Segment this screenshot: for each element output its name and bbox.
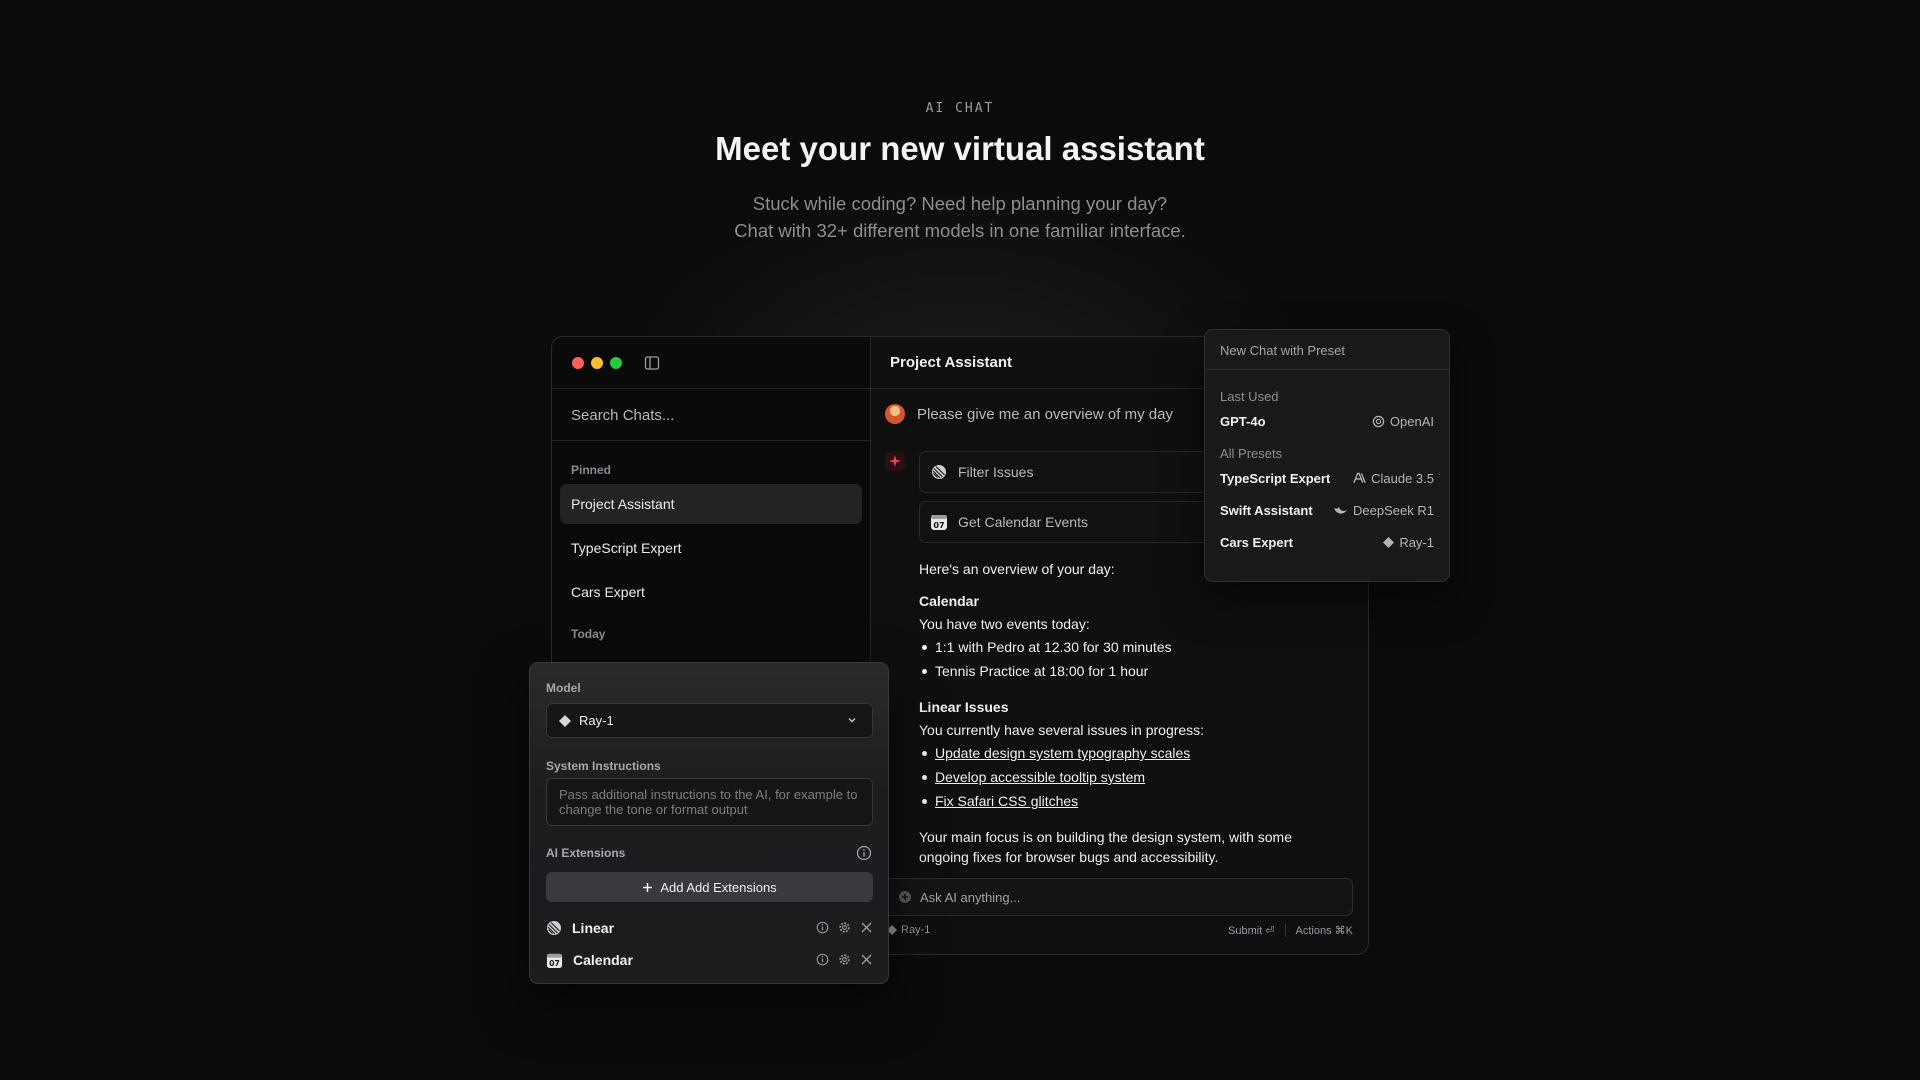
extension-actions — [815, 920, 873, 934]
deepseek-icon — [1334, 507, 1348, 514]
composer-footer: Ray-1 Submit ⏎ Actions ⌘K — [887, 924, 1353, 940]
preset-name: Cars Expert — [1220, 534, 1293, 550]
add-attachment-icon[interactable] — [898, 890, 912, 904]
calendar-icon: 07 — [546, 953, 563, 968]
close-icon[interactable] — [859, 920, 873, 934]
user-message-text: Please give me an overview of my day — [917, 405, 1173, 423]
linear-icon — [547, 921, 561, 935]
linear-list: Update design system typography scales D… — [919, 743, 1339, 811]
all-presets-label: All Presets — [1220, 446, 1283, 461]
extension-actions — [815, 952, 873, 966]
plus-icon — [643, 882, 653, 892]
chevron-down-icon — [848, 718, 856, 723]
gear-icon[interactable] — [837, 920, 851, 934]
extension-name: Linear — [572, 920, 615, 936]
tool-call-label: Filter Issues — [958, 464, 1034, 480]
info-icon[interactable] — [856, 845, 872, 861]
info-icon[interactable] — [815, 920, 829, 934]
list-item: 1:1 with Pedro at 12.30 for 30 minutes — [919, 637, 1339, 657]
preset-item-gpt-4o[interactable]: GPT-4o OpenAI — [1205, 405, 1449, 437]
preset-name: TypeScript Expert — [1220, 470, 1331, 486]
close-window-button[interactable] — [572, 357, 584, 369]
sidebar-toggle-icon[interactable] — [644, 355, 660, 371]
openai-icon — [1372, 415, 1385, 427]
actions-button[interactable]: Actions ⌘K — [1296, 924, 1353, 937]
system-instructions-input[interactable]: Pass additional instructions to the AI, … — [546, 778, 873, 826]
divider — [1284, 924, 1286, 937]
linear-icon — [930, 463, 948, 481]
user-message: Please give me an overview of my day — [885, 404, 1173, 424]
hero-subtitle-line-2: Chat with 32+ different models in one fa… — [734, 220, 1186, 241]
submit-button[interactable]: Submit ⏎ — [1228, 924, 1275, 937]
linear-text: You currently have several issues in pro… — [919, 722, 1205, 738]
ray-icon — [1383, 536, 1395, 548]
add-extensions-label: Add Add Extensions — [660, 879, 777, 895]
list-item: Develop accessible tooltip system — [919, 767, 1339, 787]
footer-model-label: Ray-1 — [901, 924, 931, 936]
calendar-list: 1:1 with Pedro at 12.30 for 30 minutes T… — [919, 637, 1339, 681]
model-select[interactable]: Ray-1 — [546, 703, 873, 738]
list-item: Update design system typography scales — [919, 743, 1339, 763]
svg-text:07: 07 — [933, 521, 944, 530]
add-extensions-button[interactable]: Add Add Extensions — [546, 872, 873, 902]
linear-heading: Linear Issues — [919, 699, 1009, 715]
footer-model-selector[interactable]: Ray-1 — [887, 924, 930, 936]
chat-item-typescript-expert[interactable]: TypeScript Expert — [560, 528, 862, 568]
preset-item-cars-expert[interactable]: Cars Expert Ray-1 — [1205, 526, 1449, 558]
anthropic-icon — [1353, 472, 1366, 483]
preset-provider: OpenAI — [1389, 413, 1434, 429]
extension-item-linear: Linear — [546, 917, 873, 939]
minimize-window-button[interactable] — [591, 357, 603, 369]
issue-link[interactable]: Develop accessible tooltip system — [935, 769, 1145, 785]
chat-settings-panel: Model Ray-1 System Instructions Pass add… — [529, 662, 889, 984]
calendar-heading: Calendar — [919, 593, 979, 609]
issue-link[interactable]: Fix Safari CSS glitches — [935, 793, 1078, 809]
last-used-label: Last Used — [1220, 389, 1279, 404]
list-item: Tennis Practice at 18:00 for 1 hour — [919, 661, 1339, 681]
preset-model: DeepSeek R1 — [1353, 502, 1434, 518]
preset-item-typescript-expert[interactable]: TypeScript Expert Claude 3.5 — [1205, 462, 1449, 494]
user-avatar — [885, 404, 905, 424]
ask-ai-placeholder: Ask AI anything... — [920, 889, 1021, 905]
system-instructions-label: System Instructions — [546, 759, 661, 773]
issue-link[interactable]: Update design system typography scales — [935, 745, 1190, 761]
extension-item-calendar: 07 Calendar — [546, 949, 873, 971]
preset-menu-header: New Chat with Preset — [1205, 330, 1449, 370]
calendar-text: You have two events today: — [919, 616, 1090, 632]
ai-extensions-label: AI Extensions — [546, 846, 626, 860]
extension-name: Calendar — [573, 952, 633, 968]
gear-icon[interactable] — [837, 952, 851, 966]
info-icon[interactable] — [815, 952, 829, 966]
hero-subtitle-line-1: Stuck while coding? Need help planning y… — [752, 193, 1168, 214]
footer-actions: Submit ⏎ Actions ⌘K — [1228, 924, 1353, 937]
close-icon[interactable] — [859, 952, 873, 966]
preset-model: Claude 3.5 — [1371, 470, 1434, 486]
tool-call-label: Get Calendar Events — [958, 514, 1088, 530]
model-label: Model — [546, 681, 581, 695]
chat-item-project-assistant[interactable]: Project Assistant — [560, 484, 862, 524]
preset-item-swift-assistant[interactable]: Swift Assistant DeepSeek R1 — [1205, 494, 1449, 526]
answer-summary: Your main focus is on building the desig… — [919, 829, 1293, 865]
eyebrow-label: AI CHAT — [925, 101, 995, 116]
sidebar-titlebar — [552, 337, 870, 389]
chat-item-cars-expert[interactable]: Cars Expert — [560, 572, 862, 612]
today-section-label: Today — [571, 627, 606, 641]
ray-icon — [559, 714, 571, 727]
svg-text:07: 07 — [549, 959, 560, 968]
assistant-answer: Here's an overview of your day: Calendar… — [919, 559, 1339, 867]
maximize-window-button[interactable] — [610, 357, 622, 369]
hero-subtitle: Stuck while coding? Need help planning y… — [0, 190, 1920, 244]
list-item: Fix Safari CSS glitches — [919, 791, 1339, 811]
pinned-section-label: Pinned — [571, 463, 612, 477]
hero-title: Meet your new virtual assistant — [715, 130, 1205, 167]
search-chats-input[interactable]: Search Chats... — [552, 389, 870, 441]
preset-name: Swift Assistant — [1220, 502, 1313, 518]
ai-avatar-icon — [885, 451, 905, 471]
model-select-value: Ray-1 — [579, 713, 614, 728]
preset-model: Ray-1 — [1399, 534, 1434, 550]
new-chat-preset-menu: New Chat with Preset Last Used GPT-4o Op… — [1204, 329, 1450, 582]
calendar-icon: 07 — [930, 513, 948, 531]
preset-name: GPT-4o — [1220, 413, 1266, 429]
ask-ai-input[interactable]: Ask AI anything... — [885, 878, 1353, 916]
